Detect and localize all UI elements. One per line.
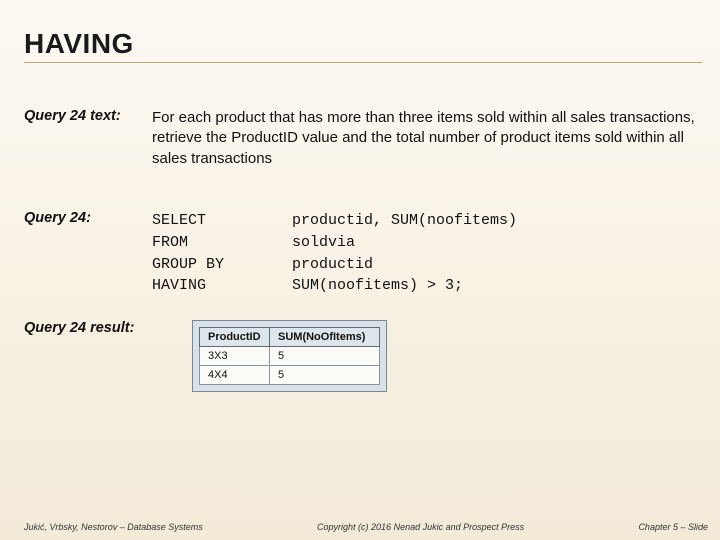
table-header-cell: ProductID	[200, 328, 270, 347]
table-header-row: ProductID SUM(NoOfItems)	[200, 328, 380, 347]
sql-args: productid, SUM(noofitems) soldvia produc…	[292, 210, 517, 297]
footer-center: Copyright (c) 2016 Nenad Jukic and Prosp…	[317, 522, 524, 532]
sql-arg-from: soldvia	[292, 232, 517, 254]
sql-kw-having: HAVING	[152, 275, 292, 297]
sql-kw-from: FROM	[152, 232, 292, 254]
footer-left: Jukić, Vrbsky, Nestorov – Database Syste…	[24, 522, 203, 532]
slide-title: HAVING	[24, 28, 702, 63]
result-box: ProductID SUM(NoOfItems) 3X3 5 4X4 5	[192, 320, 387, 392]
sql-arg-having: SUM(noofitems) > 3;	[292, 275, 517, 297]
sql-kw-select: SELECT	[152, 210, 292, 232]
sql-block: SELECT FROM GROUP BY HAVING productid, S…	[152, 210, 517, 297]
query-sql-label: Query 24:	[24, 210, 152, 226]
table-cell: 5	[270, 366, 380, 385]
query-result-row: Query 24 result: ProductID SUM(NoOfItems…	[24, 320, 702, 392]
result-table: ProductID SUM(NoOfItems) 3X3 5 4X4 5	[199, 327, 380, 385]
slide-footer: Jukić, Vrbsky, Nestorov – Database Syste…	[24, 522, 708, 532]
table-cell: 3X3	[200, 347, 270, 366]
table-row: 4X4 5	[200, 366, 380, 385]
sql-arg-select: productid, SUM(noofitems)	[292, 210, 517, 232]
sql-arg-groupby: productid	[292, 254, 517, 276]
query-result-label: Query 24 result:	[24, 320, 152, 336]
query-sql-row: Query 24: SELECT FROM GROUP BY HAVING pr…	[24, 210, 702, 297]
footer-right: Chapter 5 – Slide	[638, 522, 708, 532]
table-cell: 5	[270, 347, 380, 366]
query-text-label: Query 24 text:	[24, 108, 152, 124]
table-header-cell: SUM(NoOfItems)	[270, 328, 380, 347]
sql-kw-groupby: GROUP BY	[152, 254, 292, 276]
query-text-row: Query 24 text: For each product that has…	[24, 108, 702, 169]
sql-keywords: SELECT FROM GROUP BY HAVING	[152, 210, 292, 297]
table-cell: 4X4	[200, 366, 270, 385]
table-row: 3X3 5	[200, 347, 380, 366]
query-text-body: For each product that has more than thre…	[152, 108, 702, 169]
